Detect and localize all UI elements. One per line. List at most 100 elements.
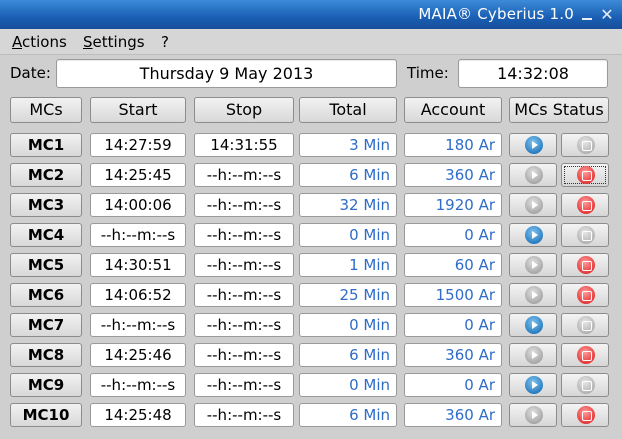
account-field[interactable]: 0 Ar — [404, 373, 502, 397]
stop-icon — [577, 286, 595, 304]
play-button[interactable] — [509, 133, 557, 157]
stop-button[interactable] — [561, 403, 609, 427]
account-field[interactable]: 360 Ar — [404, 343, 502, 367]
stop-time-field[interactable]: --h:--m:--s — [194, 313, 294, 337]
stop-time-field[interactable]: --h:--m:--s — [194, 223, 294, 247]
total-field[interactable]: 0 Min — [299, 373, 397, 397]
menu-bar: Actions Settings ? — [0, 29, 622, 55]
stop-button[interactable] — [561, 193, 609, 217]
start-time-field[interactable]: 14:06:52 — [90, 283, 186, 307]
total-field[interactable]: 3 Min — [299, 133, 397, 157]
start-time-field[interactable]: --h:--m:--s — [90, 223, 186, 247]
play-icon — [525, 406, 543, 424]
stop-time-field[interactable]: --h:--m:--s — [194, 283, 294, 307]
stop-button[interactable] — [561, 253, 609, 277]
header-stop[interactable]: Stop — [194, 97, 294, 123]
mc-button[interactable]: MC4 — [10, 223, 82, 247]
stop-button[interactable] — [561, 313, 609, 337]
stop-icon — [577, 346, 595, 364]
start-time-field[interactable]: 14:25:48 — [90, 403, 186, 427]
stop-button[interactable] — [561, 283, 609, 307]
play-icon — [525, 346, 543, 364]
start-time-field[interactable]: 14:25:45 — [90, 163, 186, 187]
play-button[interactable] — [509, 163, 557, 187]
mc-button[interactable]: MC9 — [10, 373, 82, 397]
start-time-field[interactable]: --h:--m:--s — [90, 373, 186, 397]
stop-button[interactable] — [561, 133, 609, 157]
mc-button[interactable]: MC10 — [10, 403, 82, 427]
account-field[interactable]: 0 Ar — [404, 313, 502, 337]
table-row: MC4 --h:--m:--s --h:--m:--s 0 Min 0 Ar — [0, 220, 622, 250]
account-field[interactable]: 360 Ar — [404, 403, 502, 427]
mc-button[interactable]: MC7 — [10, 313, 82, 337]
stop-time-field[interactable]: --h:--m:--s — [194, 373, 294, 397]
start-time-field[interactable]: --h:--m:--s — [90, 313, 186, 337]
header-mcs[interactable]: MCs — [10, 97, 82, 123]
close-icon[interactable]: ✕ — [598, 6, 616, 24]
table-row: MC1 14:27:59 14:31:55 3 Min 180 Ar — [0, 130, 622, 160]
total-field[interactable]: 0 Min — [299, 223, 397, 247]
header-mcs-status[interactable]: MCs Status — [509, 97, 609, 123]
start-time-field[interactable]: 14:30:51 — [90, 253, 186, 277]
total-field[interactable]: 6 Min — [299, 403, 397, 427]
time-field[interactable]: 14:32:08 — [458, 59, 608, 88]
account-field[interactable]: 0 Ar — [404, 223, 502, 247]
mc-button[interactable]: MC3 — [10, 193, 82, 217]
table-row: MC8 14:25:46 --h:--m:--s 6 Min 360 Ar — [0, 340, 622, 370]
menu-settings[interactable]: Settings — [83, 33, 145, 51]
mc-button[interactable]: MC2 — [10, 163, 82, 187]
stop-time-field[interactable]: --h:--m:--s — [194, 193, 294, 217]
play-icon — [525, 286, 543, 304]
stop-time-field[interactable]: --h:--m:--s — [194, 403, 294, 427]
play-icon — [525, 166, 543, 184]
start-time-field[interactable]: 14:25:46 — [90, 343, 186, 367]
total-field[interactable]: 0 Min — [299, 313, 397, 337]
account-field[interactable]: 1500 Ar — [404, 283, 502, 307]
mc-button[interactable]: MC1 — [10, 133, 82, 157]
total-field[interactable]: 25 Min — [299, 283, 397, 307]
stop-icon — [577, 136, 595, 154]
account-field[interactable]: 60 Ar — [404, 253, 502, 277]
total-field[interactable]: 6 Min — [299, 343, 397, 367]
stop-time-field[interactable]: --h:--m:--s — [194, 253, 294, 277]
mc-button[interactable]: MC8 — [10, 343, 82, 367]
menu-help[interactable]: ? — [161, 33, 169, 51]
play-icon — [525, 226, 543, 244]
account-field[interactable]: 1920 Ar — [404, 193, 502, 217]
play-icon — [525, 376, 543, 394]
stop-time-field[interactable]: 14:31:55 — [194, 133, 294, 157]
mc-button[interactable]: MC5 — [10, 253, 82, 277]
menu-settings-mnemonic: S — [83, 33, 93, 51]
stop-button[interactable] — [561, 343, 609, 367]
menu-actions[interactable]: Actions — [12, 33, 67, 51]
play-button[interactable] — [509, 313, 557, 337]
play-button[interactable] — [509, 193, 557, 217]
play-button[interactable] — [509, 253, 557, 277]
mc-button[interactable]: MC6 — [10, 283, 82, 307]
header-start[interactable]: Start — [90, 97, 186, 123]
total-field[interactable]: 32 Min — [299, 193, 397, 217]
total-field[interactable]: 1 Min — [299, 253, 397, 277]
time-label: Time: — [407, 64, 449, 82]
table-row: MC10 14:25:48 --h:--m:--s 6 Min 360 Ar — [0, 400, 622, 430]
header-total[interactable]: Total — [299, 97, 397, 123]
account-field[interactable]: 360 Ar — [404, 163, 502, 187]
stop-time-field[interactable]: --h:--m:--s — [194, 163, 294, 187]
play-button[interactable] — [509, 403, 557, 427]
header-account[interactable]: Account — [404, 97, 502, 123]
play-button[interactable] — [509, 283, 557, 307]
start-time-field[interactable]: 14:00:06 — [90, 193, 186, 217]
total-field[interactable]: 6 Min — [299, 163, 397, 187]
start-time-field[interactable]: 14:27:59 — [90, 133, 186, 157]
play-button[interactable] — [509, 343, 557, 367]
minimize-icon[interactable] — [580, 10, 594, 22]
stop-button[interactable] — [561, 163, 609, 187]
play-button[interactable] — [509, 373, 557, 397]
stop-time-field[interactable]: --h:--m:--s — [194, 343, 294, 367]
date-field[interactable]: Thursday 9 May 2013 — [56, 59, 397, 88]
stop-button[interactable] — [561, 373, 609, 397]
play-button[interactable] — [509, 223, 557, 247]
menu-actions-label: ctions — [22, 33, 67, 51]
stop-button[interactable] — [561, 223, 609, 247]
account-field[interactable]: 180 Ar — [404, 133, 502, 157]
